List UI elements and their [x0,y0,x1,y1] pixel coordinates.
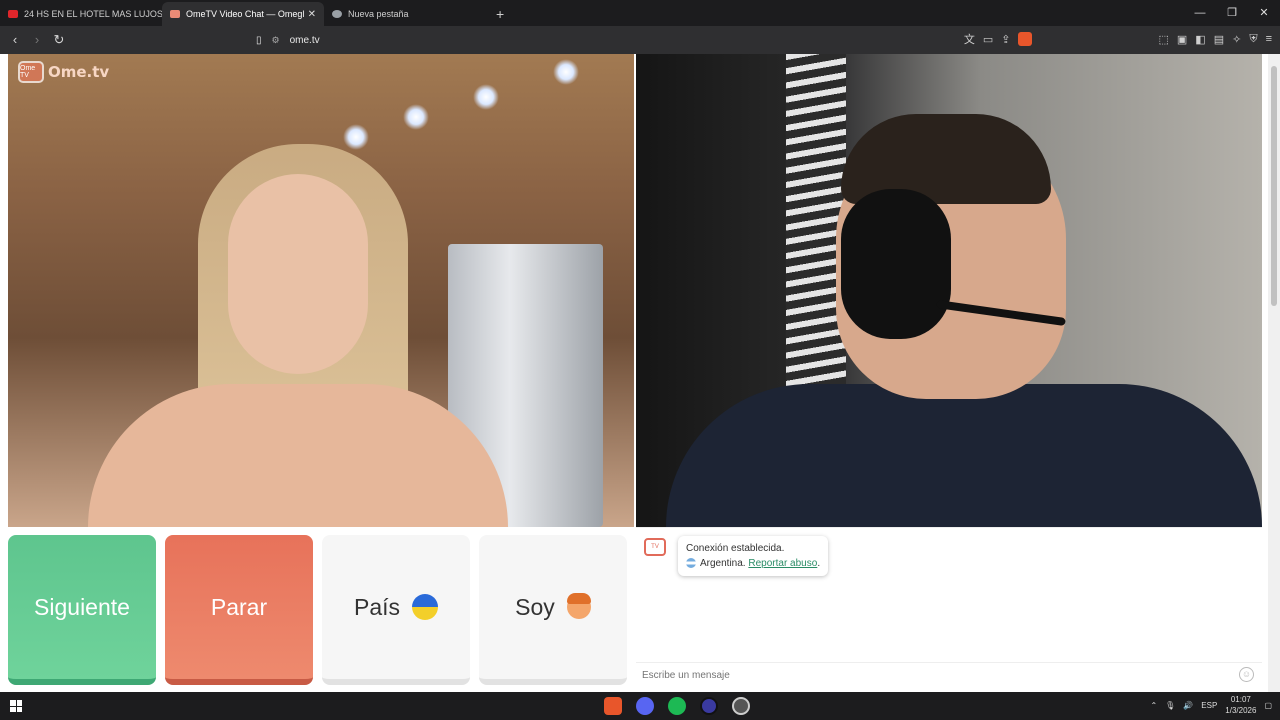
tab-title: Nueva pestaña [348,9,409,19]
brave-shields-icon[interactable] [1018,32,1033,46]
scrollbar[interactable] [1268,54,1280,692]
emoji-icon[interactable]: ☺ [1239,667,1254,682]
obs-icon[interactable] [732,697,750,715]
tab-youtube[interactable]: 24 HS EN EL HOTEL MAS LUJOSO DE [0,2,162,26]
sidebar-icon[interactable]: ◧ [1195,33,1205,46]
bookmark-icon[interactable]: ▯ [256,35,262,46]
gender-button[interactable]: Soy [479,535,627,685]
stranger-video: Ome TV Ome.tv [8,54,634,527]
tab-title: 24 HS EN EL HOTEL MAS LUJOSO DE [24,9,162,19]
vpn-icon[interactable]: ⛨ [1249,33,1257,46]
reload-icon[interactable]: ↻ [50,32,68,48]
time: 01:07 [1230,695,1251,704]
share-icon[interactable]: ⇪ [1001,33,1010,46]
menu-icon[interactable]: ≡ [1266,33,1272,45]
tab-title: OmeTV Video Chat — Omegl [186,9,305,19]
clock[interactable]: 01:07 1/3/2026 [1225,694,1256,716]
microphone-icon[interactable]: 🎙 [1165,701,1175,710]
discord-icon[interactable] [636,697,654,715]
windows-start-icon[interactable] [10,700,22,712]
ometv-page: Ome TV Ome.tv Siguiente Parar País Soy T… [0,54,1268,692]
tab-strip: 24 HS EN EL HOTEL MAS LUJOSO DE OmeTV Vi… [0,0,1280,26]
country-label: País [353,593,401,620]
leo-icon[interactable]: ✧ [1232,33,1241,46]
gender-label: Soy [515,593,555,620]
extensions-icon[interactable]: ⬚ [1158,33,1168,46]
forward-icon[interactable]: › [28,32,46,48]
stop-button[interactable]: Parar [165,535,313,685]
system-message: Conexión establecida. Argentina. Reporta… [678,536,829,576]
app-icon[interactable] [700,697,718,715]
restore-icon[interactable]: ❐ [1216,0,1248,26]
message-input[interactable] [642,666,1222,684]
browser-toolbar: ‹ › ↻ ▯ ⚙ ome.tv 文 ▭ ⇪ ⬚ ▣ ◧ ▤ ✧ ⛨ ≡ [0,26,1280,54]
translate-icon[interactable]: 文 [964,31,975,47]
report-suffix: . [817,558,821,569]
country-text: Argentina. [700,558,746,569]
notification-icon[interactable]: ▢ [1264,701,1272,710]
next-button[interactable]: Siguiente [8,535,156,685]
next-label: Siguiente [34,593,130,620]
new-tab-button[interactable]: + [486,6,514,26]
cast-icon[interactable]: ▭ [983,33,993,46]
window-controls: — ❐ ✕ [1184,0,1280,26]
address-bar[interactable]: ▯ ⚙ ome.tv [256,30,320,50]
chat-panel: TV Conexión establecida. Argentina. Repo… [636,527,1262,689]
ometv-logo: Ome TV Ome.tv [18,61,109,83]
volume-icon[interactable]: 🔊 [1183,701,1193,710]
spotify-icon[interactable] [668,697,686,715]
close-window-icon[interactable]: ✕ [1248,0,1280,26]
ometv-chat-icon: TV [644,538,666,556]
ukraine-flag-icon [412,594,439,620]
stop-label: Parar [210,593,268,620]
connection-status: Conexión establecida. [686,543,785,554]
back-icon[interactable]: ‹ [6,32,24,48]
tv-icon: Ome TV [18,61,44,83]
tab-ometv[interactable]: OmeTV Video Chat — Omegl ✕ [162,2,324,26]
wallet-icon[interactable]: ▤ [1214,33,1224,46]
date: 1/3/2026 [1225,706,1257,715]
argentina-flag-icon [686,558,696,569]
shield-icon [332,10,342,18]
brave-icon[interactable] [604,697,622,715]
close-icon[interactable]: ✕ [308,9,316,20]
country-button[interactable]: País [322,535,470,685]
url-text: ome.tv [289,34,320,46]
tab-new[interactable]: Nueva pestaña [324,2,486,26]
language-indicator[interactable]: ESP [1201,701,1217,710]
minimize-icon[interactable]: — [1184,0,1216,26]
logo-text: Ome.tv [48,63,110,81]
chevron-up-icon[interactable]: ⌃ [1150,701,1157,710]
youtube-icon [8,10,18,18]
ometv-icon [170,10,180,18]
self-video [636,54,1262,527]
site-info-icon[interactable]: ⚙ [272,35,280,46]
report-abuse-link[interactable]: Reportar abuso [748,558,817,569]
taskbar: ⌃ 🎙 🔊 ESP 01:07 1/3/2026 ▢ [0,692,1280,720]
screenshot-icon[interactable]: ▣ [1177,33,1187,46]
boy-emoji-icon [566,593,591,619]
